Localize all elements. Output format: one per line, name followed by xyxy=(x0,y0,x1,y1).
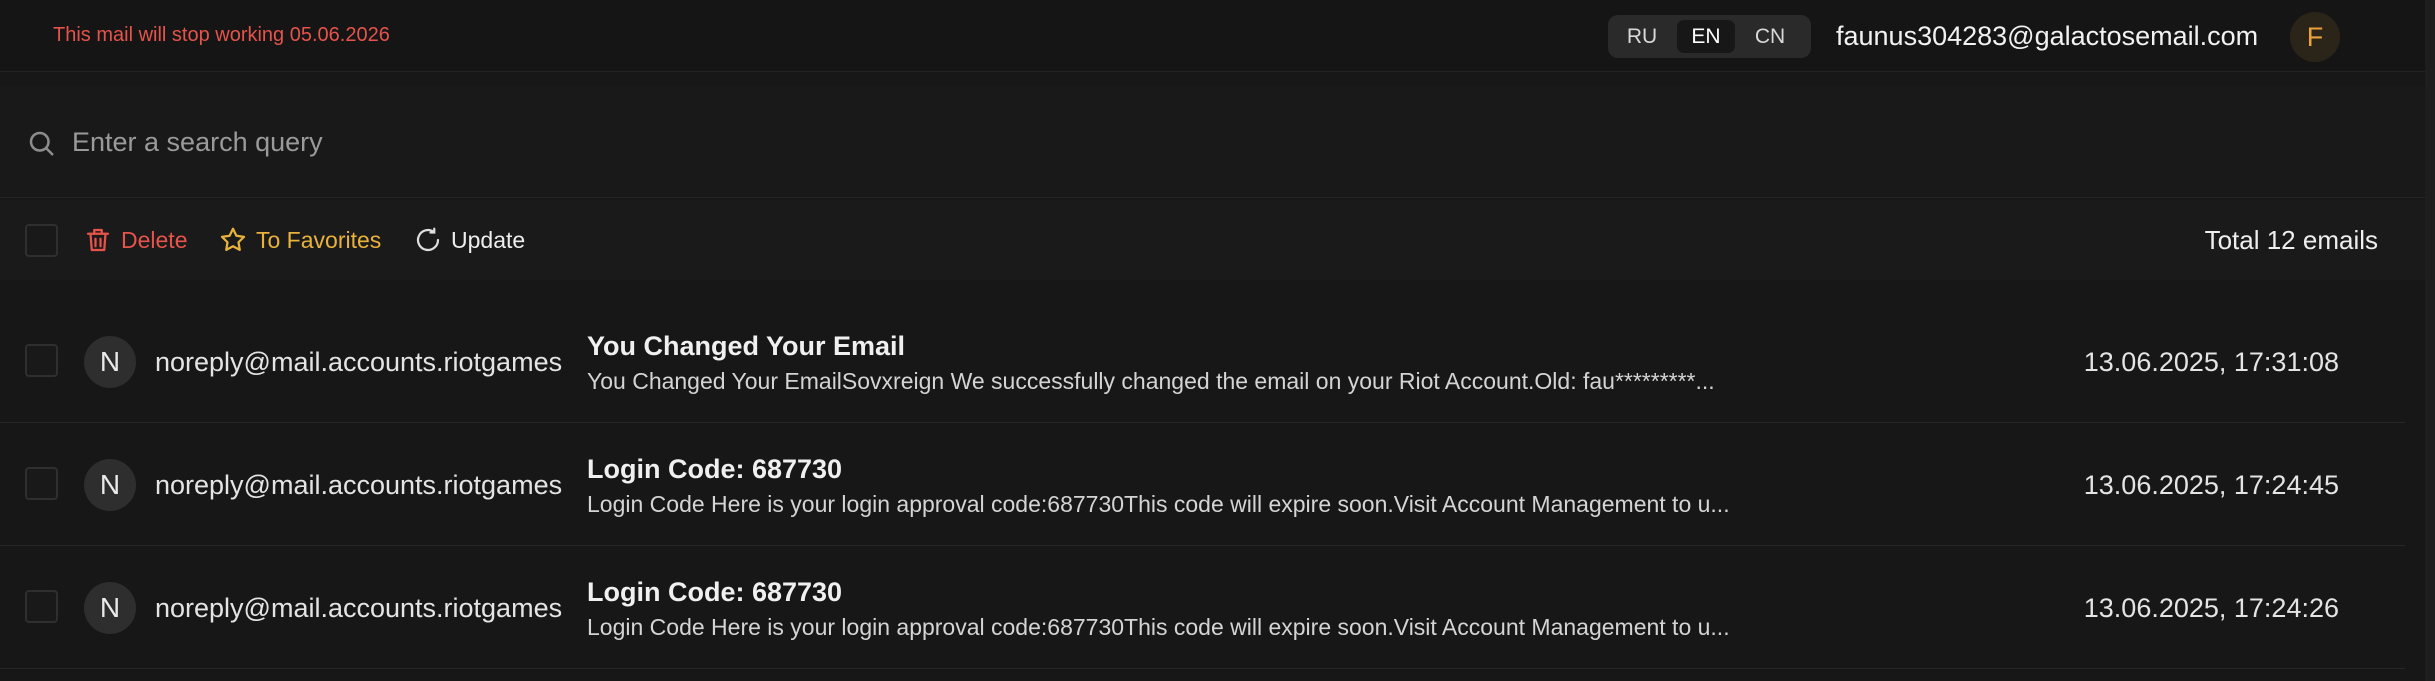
expiry-warning: This mail will stop working 05.06.2026 xyxy=(53,24,390,46)
delete-button[interactable]: Delete xyxy=(83,224,187,256)
email-toolbar: Delete To Favorites Update Total 12 emai… xyxy=(0,200,2425,280)
email-list: N noreply@mail.accounts.riotgames You Ch… xyxy=(0,300,2405,669)
top-bar: This mail will stop working 05.06.2026 R… xyxy=(0,0,2425,72)
email-date: 13.06.2025, 17:24:26 xyxy=(2083,593,2339,623)
email-sender: noreply@mail.accounts.riotgames xyxy=(155,470,563,500)
language-ru-button[interactable]: RU xyxy=(1613,20,1671,53)
update-button[interactable]: Update xyxy=(413,224,525,256)
email-preview: Login Code Here is your login approval c… xyxy=(587,614,1730,640)
language-cn-button[interactable]: CN xyxy=(1741,20,1799,53)
email-checkbox[interactable] xyxy=(25,467,58,500)
scrollbar[interactable] xyxy=(2425,0,2435,681)
sender-avatar: N xyxy=(84,459,136,511)
trash-icon xyxy=(86,228,110,252)
email-sender: noreply@mail.accounts.riotgames xyxy=(155,347,563,377)
sender-avatar: N xyxy=(84,582,136,634)
email-row[interactable]: N noreply@mail.accounts.riotgames Login … xyxy=(0,546,2405,669)
search-icon xyxy=(29,131,54,156)
email-row[interactable]: N noreply@mail.accounts.riotgames Login … xyxy=(0,423,2405,546)
user-email: faunus304283@galactosemail.com xyxy=(1836,21,2259,51)
user-avatar[interactable]: F xyxy=(2290,12,2340,62)
email-date: 13.06.2025, 17:31:08 xyxy=(2083,347,2339,377)
email-checkbox[interactable] xyxy=(25,590,58,623)
star-icon xyxy=(220,227,246,251)
language-en-button[interactable]: EN xyxy=(1677,20,1735,53)
update-label: Update xyxy=(451,226,526,253)
to-favorites-label: To Favorites xyxy=(256,226,382,253)
email-preview: You Changed Your EmailSovxreign We succe… xyxy=(587,368,1715,394)
refresh-icon xyxy=(416,227,440,252)
search-input[interactable] xyxy=(72,122,1272,162)
email-sender: noreply@mail.accounts.riotgames xyxy=(155,593,563,623)
total-emails-count: Total 12 emails xyxy=(2204,225,2378,255)
language-switch: RU EN CN xyxy=(1608,15,1811,58)
email-subject: Login Code: 687730 xyxy=(587,454,843,484)
email-subject: Login Code: 687730 xyxy=(587,577,843,607)
email-subject: You Changed Your Email xyxy=(587,331,906,361)
search-bar xyxy=(0,86,2425,198)
email-date: 13.06.2025, 17:24:45 xyxy=(2083,470,2339,500)
mail-app: This mail will stop working 05.06.2026 R… xyxy=(0,0,2435,681)
sender-avatar: N xyxy=(84,336,136,388)
email-checkbox[interactable] xyxy=(25,344,58,377)
to-favorites-button[interactable]: To Favorites xyxy=(218,224,381,256)
delete-label: Delete xyxy=(121,226,188,253)
email-row[interactable]: N noreply@mail.accounts.riotgames You Ch… xyxy=(0,300,2405,423)
select-all-checkbox[interactable] xyxy=(25,224,58,257)
email-preview: Login Code Here is your login approval c… xyxy=(587,491,1730,517)
